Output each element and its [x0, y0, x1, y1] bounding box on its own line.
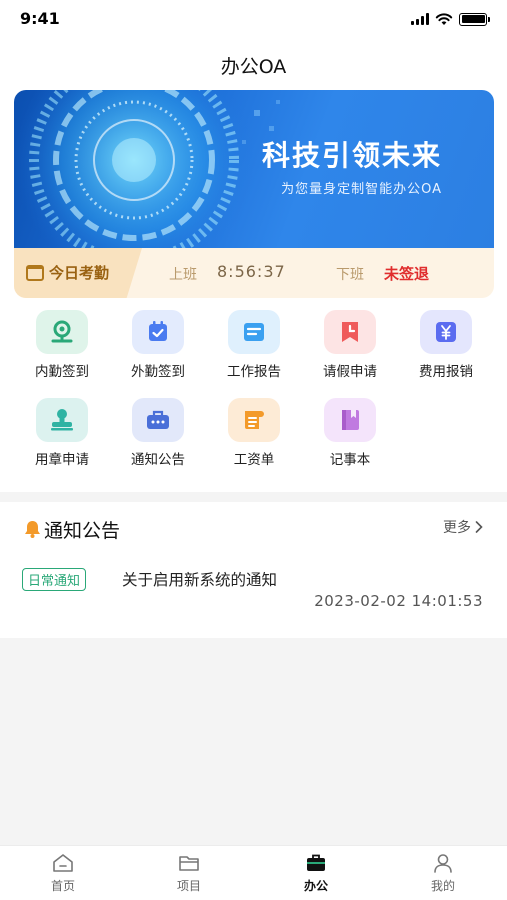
payslip-icon [228, 398, 280, 442]
signal-icon [411, 13, 429, 25]
tab-office[interactable]: 办公 [253, 852, 379, 894]
status-time: 9:41 [20, 9, 60, 28]
clock-in-time: 8:56:37 [217, 262, 286, 281]
grid-label: 记事本 [329, 452, 371, 468]
grid-item-notice[interactable]: 通知公告 [110, 398, 206, 468]
grid-item-payslip[interactable]: 工资单 [206, 398, 302, 468]
grid-label: 外勤签到 [131, 364, 185, 380]
clock-document-icon [324, 310, 376, 354]
yen-icon [420, 310, 472, 354]
grid-label: 请假申请 [323, 364, 377, 380]
notice-item-time: 2023-02-02 14:01:53 [314, 592, 483, 610]
tab-label: 项目 [176, 879, 201, 893]
home-icon [53, 854, 73, 872]
attendance-card[interactable]: 今日考勤 上班 8:56:37 下班 未签退 [14, 248, 494, 298]
attendance-tag-label: 今日考勤 [49, 264, 110, 282]
grid-item-checkin-field[interactable]: 外勤签到 [110, 310, 206, 380]
grid-item-notebook[interactable]: 记事本 [302, 398, 398, 468]
person-icon [434, 854, 452, 873]
notice-more-label: 更多 [443, 520, 471, 536]
grid-label: 通知公告 [131, 452, 185, 468]
wifi-icon [435, 13, 453, 25]
notice-category-badge: 日常通知 [22, 568, 87, 591]
banner-subtitle: 为您量身定制智能办公OA [281, 182, 442, 197]
calendar-icon [26, 264, 44, 281]
grid-item-leave-request[interactable]: 请假申请 [302, 310, 398, 380]
grid-label: 工作报告 [227, 364, 281, 380]
grid-item-checkin-office[interactable]: 内勤签到 [14, 310, 110, 380]
location-pin-icon [36, 310, 88, 354]
notice-section-title: 通知公告 [44, 520, 121, 542]
navbar: 办公OA [0, 40, 507, 88]
grid-item-expense[interactable]: 费用报销 [398, 310, 494, 380]
tab-home[interactable]: 首页 [0, 852, 126, 894]
notice-section: 通知公告 更多 日常通知 关于启用新系统的通知 2023-02-02 14:01… [0, 502, 507, 638]
grid-item-seal-request[interactable]: 用章申请 [14, 398, 110, 468]
battery-icon [459, 12, 490, 26]
notice-item-title: 关于启用新系统的通知 [122, 571, 278, 589]
stamp-icon [36, 398, 88, 442]
tab-label: 首页 [50, 879, 75, 893]
clock-out-status: 未签退 [384, 265, 430, 283]
tab-projects[interactable]: 项目 [126, 852, 252, 894]
banner-title: 科技引领未来 [261, 139, 442, 172]
page-title: 办公OA [220, 56, 287, 78]
clock-out-label: 下班 [336, 267, 364, 283]
tab-label: 我的 [430, 879, 455, 893]
briefcase-icon [307, 854, 325, 871]
grid-label: 费用报销 [419, 364, 473, 380]
tab-label: 办公 [303, 879, 328, 893]
grid-item-work-report[interactable]: 工作报告 [206, 310, 302, 380]
tab-profile[interactable]: 我的 [380, 852, 506, 894]
banner[interactable]: 科技引领未来 为您量身定制智能办公OA [14, 90, 494, 250]
notice-more-link[interactable]: 更多 [443, 517, 483, 537]
office-panel: 科技引领未来 为您量身定制智能办公OA 今日考勤 上班 8:56:37 下班 未… [0, 88, 507, 492]
grid-label: 内勤签到 [35, 364, 89, 380]
status-bar: 9:41 [0, 0, 507, 40]
briefcase-icon [132, 398, 184, 442]
status-icons [411, 12, 490, 26]
grid-label: 工资单 [233, 452, 275, 468]
clock-in-label: 上班 [169, 267, 197, 283]
bell-icon [25, 521, 40, 538]
notebook-icon [324, 398, 376, 442]
report-icon [228, 310, 280, 354]
calendar-check-icon [132, 310, 184, 354]
folder-icon [179, 856, 199, 871]
bottom-tab-bar: 首页 项目 办公 我的 [0, 845, 507, 900]
grid-label: 用章申请 [35, 452, 89, 468]
attendance-tag: 今日考勤 [14, 248, 142, 298]
chevron-right-icon [475, 521, 483, 533]
